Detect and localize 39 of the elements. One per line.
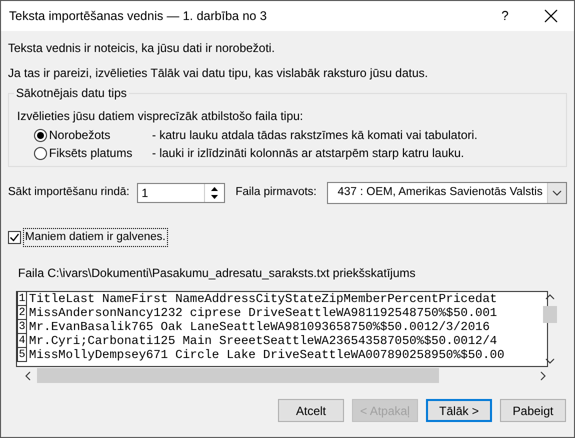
chevron-down-icon[interactable]: [552, 190, 562, 196]
dialog-button[interactable]: Tālāk >: [426, 399, 492, 422]
window-title: Teksta importēšanas vednis — 1. darbība no 3: [9, 8, 268, 25]
intro-text: Ja tas ir pareizi, izvēlieties Tālāk vai datu tipu, kas vislabāk raksturo jūsu datus.: [8, 65, 429, 82]
file-origin-label: Faila pirmavots:: [235, 185, 317, 200]
preview-row: MissAndersonNancy1232 ciprese DriveSeattleWA981192548750%$50.001: [29, 306, 498, 320]
checkbox-label[interactable]: Maniem datiem ir galvenes.: [23, 228, 168, 248]
chevron-right-icon[interactable]: [538, 370, 548, 382]
preview-row: TitleLast NameFirst NameAddressCityStateZipMemberPercentPricedat: [29, 292, 498, 306]
line-number: 2: [17, 306, 27, 320]
option-description: - lauki ir izlīdzināti kolonnās ar atstarpēm starp katru lauku.: [152, 145, 464, 162]
horizontal-scrollbar[interactable]: [23, 368, 548, 384]
intro-text: Teksta vednis ir noteicis, ka jūsu dati ir norobežoti.: [8, 40, 276, 57]
file-origin-dropdown[interactable]: 437 : OEM, Amerikas Savienotās Valstis: [326, 182, 567, 204]
preview-row: Mr.Cyri;Carbonati125 Main SreeetSeattleWA236543587050%$50.0012/4: [29, 334, 498, 348]
start-row-label: Sākt importēšanu rindā:: [8, 185, 130, 200]
close-icon[interactable]: [544, 9, 558, 23]
preview-row: Mr.EvanBasalik765 Oak LaneSeattleWA981093658750%$50.0012/3/2016: [29, 320, 490, 334]
dialog-button[interactable]: Pabeigt: [500, 399, 566, 422]
start-row-spinner[interactable]: 1: [137, 183, 226, 203]
preview-row: MissMollyDempsey671 Circle Lake DriveSeattleWA007890258950%$50.00: [29, 348, 504, 362]
chevron-left-icon[interactable]: [23, 370, 33, 382]
group-legend: Sākotnējais datu tips: [14, 86, 129, 100]
radio-label[interactable]: Norobežots: [49, 126, 152, 144]
scroll-thumb[interactable]: [543, 306, 557, 324]
checkbox[interactable]: [8, 231, 21, 244]
line-number: 1: [17, 292, 27, 306]
radio-button[interactable]: [34, 146, 47, 160]
line-number: 5: [17, 348, 27, 362]
radio-button[interactable]: [34, 128, 47, 142]
radio-label[interactable]: Fiksēts platums: [49, 144, 152, 162]
line-number: 4: [17, 334, 27, 348]
option-description: - katru lauku atdala tādas rakstzīmes kā komati vai tabulatori.: [152, 127, 478, 144]
preview-label: Faila C:\ivars\Dokumenti\Pasakumu_adresatu_saraksts.txt priekšskatījums: [18, 265, 416, 282]
help-button[interactable]: ?: [482, 1, 528, 31]
group-prompt: Izvēlieties jūsu datiem visprecīzāk atbilstošo faila tipu:: [17, 108, 304, 125]
line-number: 3: [17, 320, 27, 334]
dialog-button[interactable]: Atcelt: [278, 399, 344, 422]
scroll-thumb[interactable]: [37, 368, 439, 384]
